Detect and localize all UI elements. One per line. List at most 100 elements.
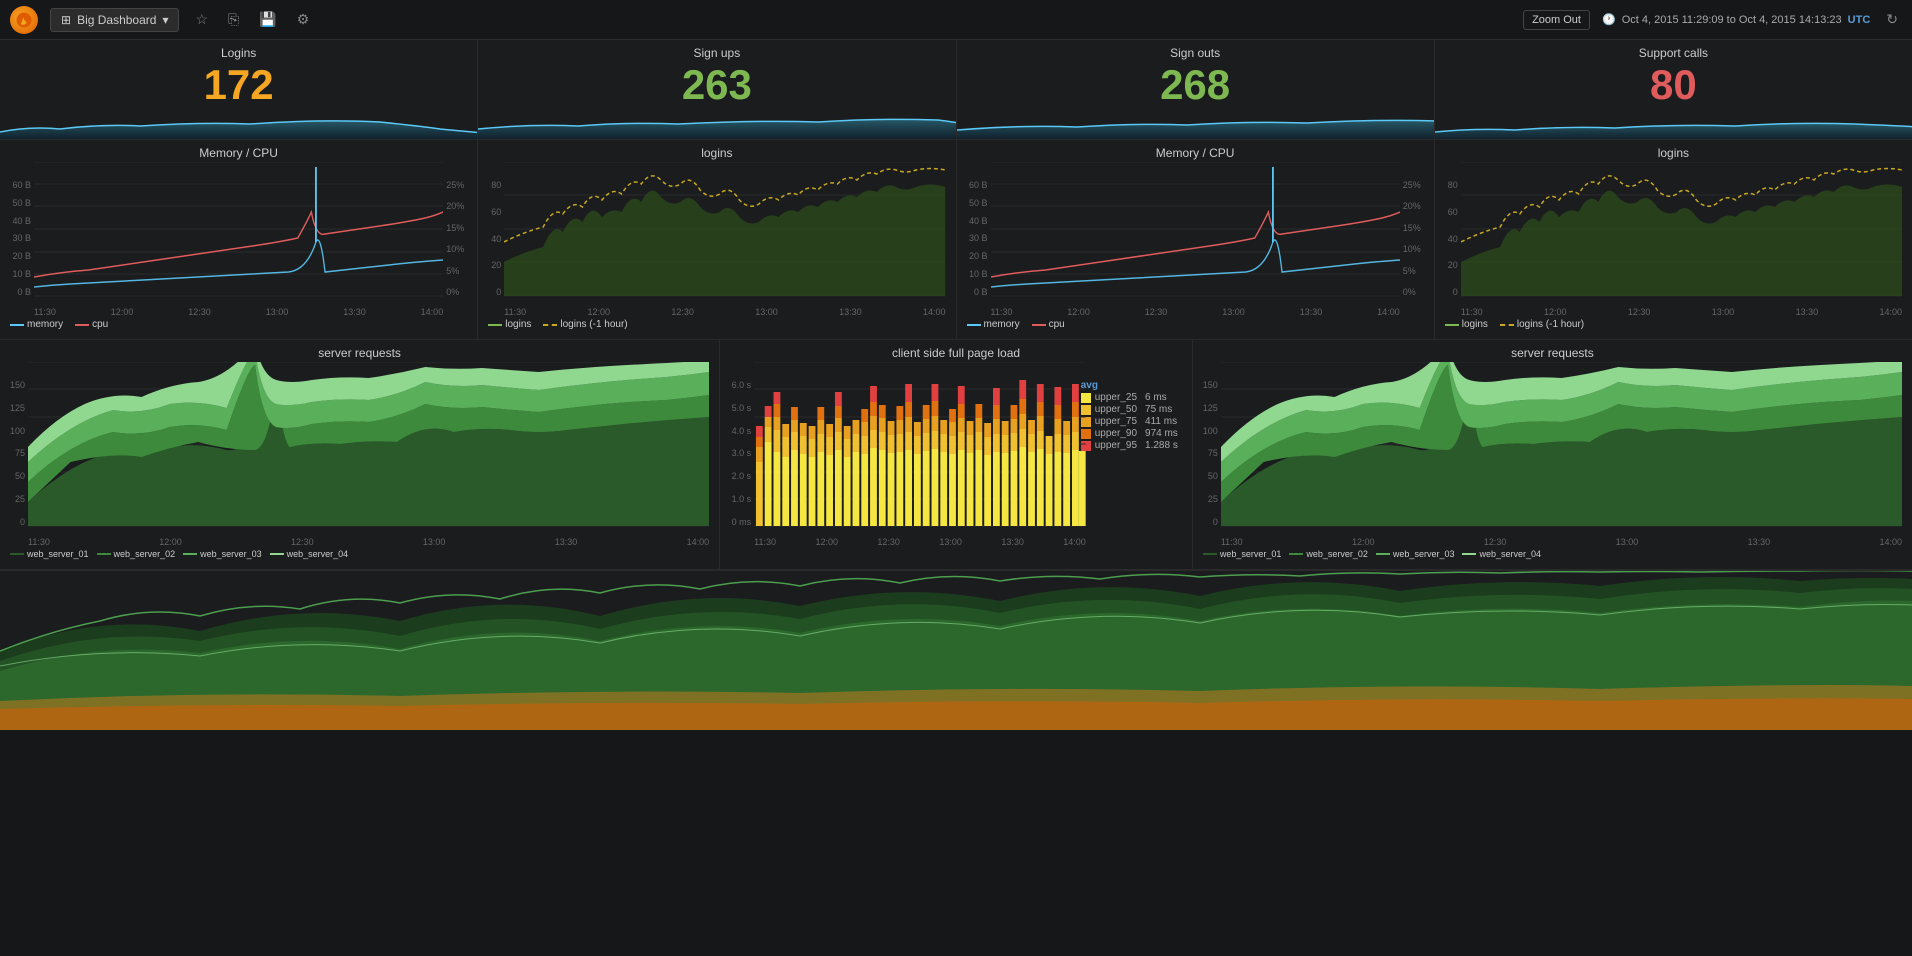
time-range-display: 🕐 Oct 4, 2015 11:29:09 to Oct 4, 2015 14… <box>1602 13 1870 26</box>
settings-icon[interactable]: ⚙ <box>293 11 314 28</box>
legend-cpu-2: cpu <box>1032 319 1065 330</box>
x-axis-pageload: 11:3012:0012:3013:0013:3014:00 <box>754 537 1086 547</box>
bottom-chart-row: server requests 1501251007550250 <box>0 340 1912 570</box>
legend-memory-1: memory cpu <box>6 317 471 332</box>
legend-ws02: web_server_02 <box>97 549 176 559</box>
logins-chart-title-2: logins <box>1441 146 1906 160</box>
legend-logins-2: logins logins (-1 hour) <box>1441 317 1906 332</box>
memory-cpu-panel-2: Memory / CPU 60 B50 B40 B30 B20 B10 B0 B… <box>957 140 1435 339</box>
share-icon[interactable]: ⎘ <box>224 11 243 28</box>
cpu-color <box>75 324 89 326</box>
pageload-panel: client side full page load 6.0 s5.0 s4.0… <box>720 340 1193 569</box>
x-axis-server-2: 11:3012:0012:3013:0013:3014:00 <box>1221 537 1902 547</box>
legend-ws02-2: web_server_02 <box>1289 549 1368 559</box>
support-stat-panel: Support calls 80 <box>1435 40 1912 139</box>
legend-memory: memory <box>10 319 63 330</box>
y-axis-logins-1: 806040200 <box>484 180 504 297</box>
y-axis-logins-2: 806040200 <box>1441 180 1461 297</box>
logins-color <box>488 324 502 326</box>
grid-icon: ⊞ <box>61 13 71 27</box>
legend-logins-1hr-2: logins (-1 hour) <box>1500 319 1584 330</box>
legend-ws04: web_server_04 <box>270 549 349 559</box>
upper75-legend: upper_75411 ms <box>1081 416 1178 427</box>
dashboard-label: Big Dashboard <box>77 13 156 27</box>
refresh-icon[interactable]: ↻ <box>1882 11 1902 28</box>
memory-cpu-panel-1: Memory / CPU 60 B50 B40 B30 B20 B10 B0 B… <box>0 140 478 339</box>
legend-logins-line: logins <box>488 319 531 330</box>
save-icon[interactable]: 💾 <box>255 11 280 28</box>
wide-bottom-panel <box>0 570 1912 730</box>
legend-logins-1hr: logins (-1 hour) <box>543 319 627 330</box>
chevron-down-icon: ▾ <box>162 13 168 27</box>
signouts-stat-panel: Sign outs 268 <box>957 40 1435 139</box>
chart-row-1: Memory / CPU 60 B50 B40 B30 B20 B10 B0 B… <box>0 140 1912 340</box>
legend-memory-2: memory cpu <box>963 317 1428 332</box>
support-title: Support calls <box>1445 46 1902 60</box>
logins-chart-title-1: logins <box>484 146 949 160</box>
logins-sparkline <box>0 104 477 139</box>
topnav: ⊞ Big Dashboard ▾ ☆ ⎘ 💾 ⚙ Zoom Out 🕐 Oct… <box>0 0 1912 40</box>
logins-1hr-color <box>543 324 557 326</box>
server-requests-panel-2: server requests 1501251007550250 11:3012… <box>1193 340 1912 569</box>
legend-ws03-2: web_server_03 <box>1376 549 1455 559</box>
x-axis-logins-1: 11:3012:0012:3013:0013:3014:00 <box>504 307 945 317</box>
upper50-legend: upper_5075 ms <box>1081 404 1178 415</box>
x-axis-memory-1: 11:3012:0012:3013:0013:3014:00 <box>34 307 443 317</box>
time-range-text: Oct 4, 2015 11:29:09 to Oct 4, 2015 14:1… <box>1622 14 1842 26</box>
logins-chart-panel-1: logins 806040200 11:3012:0012:3013:0013:… <box>478 140 956 339</box>
logins-label: logins <box>505 319 531 330</box>
legend-ws01: web_server_01 <box>10 549 89 559</box>
signouts-title: Sign outs <box>967 46 1424 60</box>
y-axis-server-2: 1501251007550250 <box>1199 380 1221 527</box>
y-axis-left-memory-1: 60 B50 B40 B30 B20 B10 B0 B <box>6 180 34 297</box>
pageload-title: client side full page load <box>726 346 1186 360</box>
y-axis-right-cpu-1: 25%20%15%10%5%0% <box>443 180 471 297</box>
logins-stat-panel: Logins 172 <box>0 40 478 139</box>
y-axis-right-cpu-2: 25%20%15%10%5%0% <box>1400 180 1428 297</box>
logins-1hr-label: logins (-1 hour) <box>560 319 627 330</box>
memory-color <box>10 324 24 326</box>
utc-label: UTC <box>1848 14 1871 26</box>
memory-cpu-title-1: Memory / CPU <box>6 146 471 160</box>
zoom-out-button[interactable]: Zoom Out <box>1523 10 1590 30</box>
legend-ws01-2: web_server_01 <box>1203 549 1282 559</box>
legend-logins-line-2: logins <box>1445 319 1488 330</box>
star-icon[interactable]: ☆ <box>191 11 212 28</box>
cpu-label: cpu <box>92 319 108 330</box>
dashboard-dropdown[interactable]: ⊞ Big Dashboard ▾ <box>50 8 179 32</box>
upper25-legend: upper_256 ms <box>1081 392 1178 403</box>
pageload-legend: avg upper_256 ms upper_5075 ms upper_754… <box>1081 380 1178 452</box>
legend-ws04-2: web_server_04 <box>1462 549 1541 559</box>
logins-value: 172 <box>10 62 467 108</box>
upper90-legend: upper_90974 ms <box>1081 428 1178 439</box>
pageload-avg-label: avg <box>1081 380 1178 391</box>
server-requests-title-2: server requests <box>1199 346 1906 360</box>
signups-title: Sign ups <box>488 46 945 60</box>
legend-logins-1: logins logins (-1 hour) <box>484 317 949 332</box>
y-axis-server-1: 1501251007550250 <box>6 380 28 527</box>
logins-title: Logins <box>10 46 467 60</box>
x-axis-logins-2: 11:3012:0012:3013:0013:3014:00 <box>1461 307 1902 317</box>
y-axis-pageload: 6.0 s5.0 s4.0 s3.0 s2.0 s1.0 s0 ms <box>726 380 754 527</box>
signups-stat-panel: Sign ups 263 <box>478 40 956 139</box>
support-sparkline <box>1435 104 1912 139</box>
clock-icon: 🕐 <box>1602 13 1616 26</box>
y-axis-left-memory-2: 60 B50 B40 B30 B20 B10 B0 B <box>963 180 991 297</box>
memory-cpu-title-2: Memory / CPU <box>963 146 1428 160</box>
upper95-legend: upper_951.288 s <box>1081 440 1178 451</box>
legend-server-2: web_server_01 web_server_02 web_server_0… <box>1199 547 1906 561</box>
legend-memory-2: memory <box>967 319 1020 330</box>
x-axis-memory-2: 11:3012:0012:3013:0013:3014:00 <box>991 307 1400 317</box>
logo-icon <box>10 6 38 34</box>
server-requests-panel-1: server requests 1501251007550250 <box>0 340 720 569</box>
signouts-value: 268 <box>967 62 1424 108</box>
signouts-sparkline <box>957 104 1434 139</box>
signups-value: 263 <box>488 62 945 108</box>
x-axis-server-1: 11:3012:0012:3013:0013:3014:00 <box>28 537 709 547</box>
legend-cpu: cpu <box>75 319 108 330</box>
support-value: 80 <box>1445 62 1902 108</box>
legend-server-1: web_server_01 web_server_02 web_server_0… <box>6 547 713 561</box>
signups-sparkline <box>478 104 955 139</box>
server-requests-title-1: server requests <box>6 346 713 360</box>
memory-label: memory <box>27 319 63 330</box>
